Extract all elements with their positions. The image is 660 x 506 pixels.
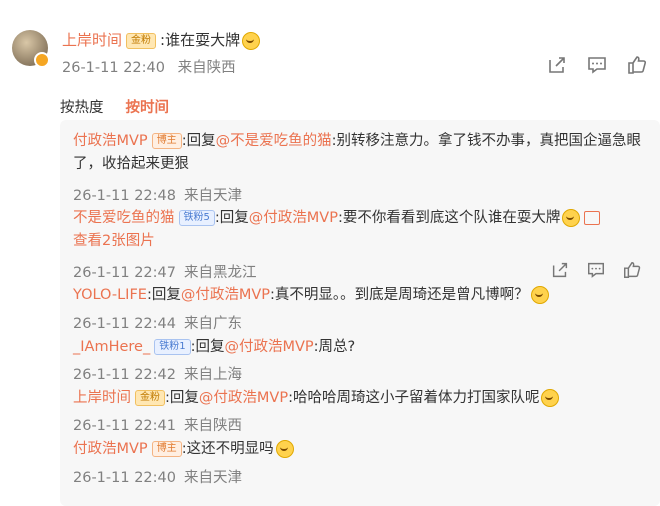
laugh-emoji-icon [242, 31, 261, 50]
reply-username[interactable]: 付政浩MVP [73, 133, 148, 149]
reply-meta: 26-1-11 22:44 来自广东 [73, 316, 242, 332]
reply-meta: 26-1-11 22:41 来自陕西 [73, 418, 242, 434]
reply-username[interactable]: 上岸时间 [73, 390, 131, 406]
reply-text: :周总? [313, 339, 356, 355]
share-icon[interactable] [546, 54, 568, 76]
fan-badge[interactable]: 金粉 [126, 32, 157, 49]
mention-link[interactable]: @付政浩MVP [249, 210, 338, 226]
reply-text: :哈哈哈周琦这小子留着体力打国家队呢 [288, 390, 540, 406]
reply-actions [550, 260, 642, 280]
mention-link[interactable]: @付政浩MVP [199, 390, 288, 406]
verified-badge-icon [34, 52, 50, 68]
reply-item: 付政浩MVP 博主:回复@不是爱吃鱼的猫:别转移注意力。拿了钱不办事，真把国企逼急… [73, 133, 641, 172]
image-icon [584, 211, 601, 225]
reply-item: 不是爱吃鱼的猫 铁粉5:回复@付政浩MVP:要不你看看到底这个队谁在耍大牌 查看2… [73, 207, 648, 253]
fan-badge: 铁粉5 [178, 210, 215, 226]
laugh-emoji-icon [530, 286, 549, 304]
host-badge: 博主 [151, 133, 182, 149]
cry-laugh-emoji-icon [275, 440, 294, 458]
top-comment-line: 上岸时间 金粉:谁在耍大牌 [62, 30, 261, 50]
reply-username[interactable]: 付政浩MVP [73, 441, 148, 457]
comment-icon[interactable] [586, 54, 608, 76]
laugh-emoji-icon [541, 389, 560, 407]
like-icon[interactable] [626, 54, 648, 76]
reply-item: _IAmHere_ 铁粉1:回复@付政浩MVP:周总? [73, 339, 356, 355]
reply-meta: 26-1-11 22:47 来自黑龙江 [73, 265, 257, 281]
comment-time: 26-1-11 22:40 [62, 60, 165, 76]
comment-icon[interactable] [586, 260, 606, 280]
reply-username[interactable]: 不是爱吃鱼的猫 [73, 210, 175, 226]
tab-hot[interactable]: 按热度 [60, 100, 104, 116]
reply-text: :这还不明显吗 [181, 441, 274, 457]
comment-text: :谁在耍大牌 [160, 31, 241, 49]
mention-link[interactable]: @不是爱吃鱼的猫 [216, 133, 332, 149]
mention-link[interactable]: @付政浩MVP [224, 339, 313, 355]
reply-item: YOLO-LIFE:回复@付政浩MVP:真不明显。。到底是周琦还是曾凡博啊？ [73, 284, 648, 307]
like-icon[interactable] [622, 260, 642, 280]
fan-badge: 铁粉1 [154, 339, 191, 355]
avatar[interactable] [12, 30, 50, 68]
reply-item: 付政浩MVP 博主:这还不明显吗 [73, 438, 648, 461]
view-images-link[interactable]: 查看2张图片 [73, 233, 155, 249]
reply-meta: 26-1-11 22:48 来自天津 [73, 188, 242, 204]
top-comment-meta: 26-1-11 22:40 来自陕西 [62, 56, 236, 77]
reply-username[interactable]: _IAmHere_ [73, 339, 150, 355]
comment-location: 来自陕西 [177, 60, 236, 76]
top-comment-actions [546, 54, 648, 76]
fan-badge: 金粉 [135, 390, 165, 406]
reply-meta: 26-1-11 22:40 来自天津 [73, 470, 242, 486]
mention-link[interactable]: @付政浩MVP [181, 287, 270, 303]
tab-time[interactable]: 按时间 [126, 100, 170, 116]
host-badge: 博主 [151, 441, 182, 457]
reply-item: 上岸时间 金粉:回复@付政浩MVP:哈哈哈周琦这小子留着体力打国家队呢 [73, 387, 648, 410]
reply-username[interactable]: YOLO-LIFE [73, 287, 147, 303]
reply-text: :真不明显。。到底是周琦还是曾凡博啊？ [270, 287, 529, 303]
share-icon[interactable] [550, 260, 570, 280]
comment-username[interactable]: 上岸时间 [62, 31, 122, 49]
sort-tabs: 按热度 按时间 [60, 96, 191, 117]
cat-emoji-icon [562, 209, 581, 227]
reply-meta: 26-1-11 22:42 来自上海 [73, 367, 242, 383]
reply-text: :要不你看看到底这个队谁在耍大牌 [337, 210, 561, 226]
